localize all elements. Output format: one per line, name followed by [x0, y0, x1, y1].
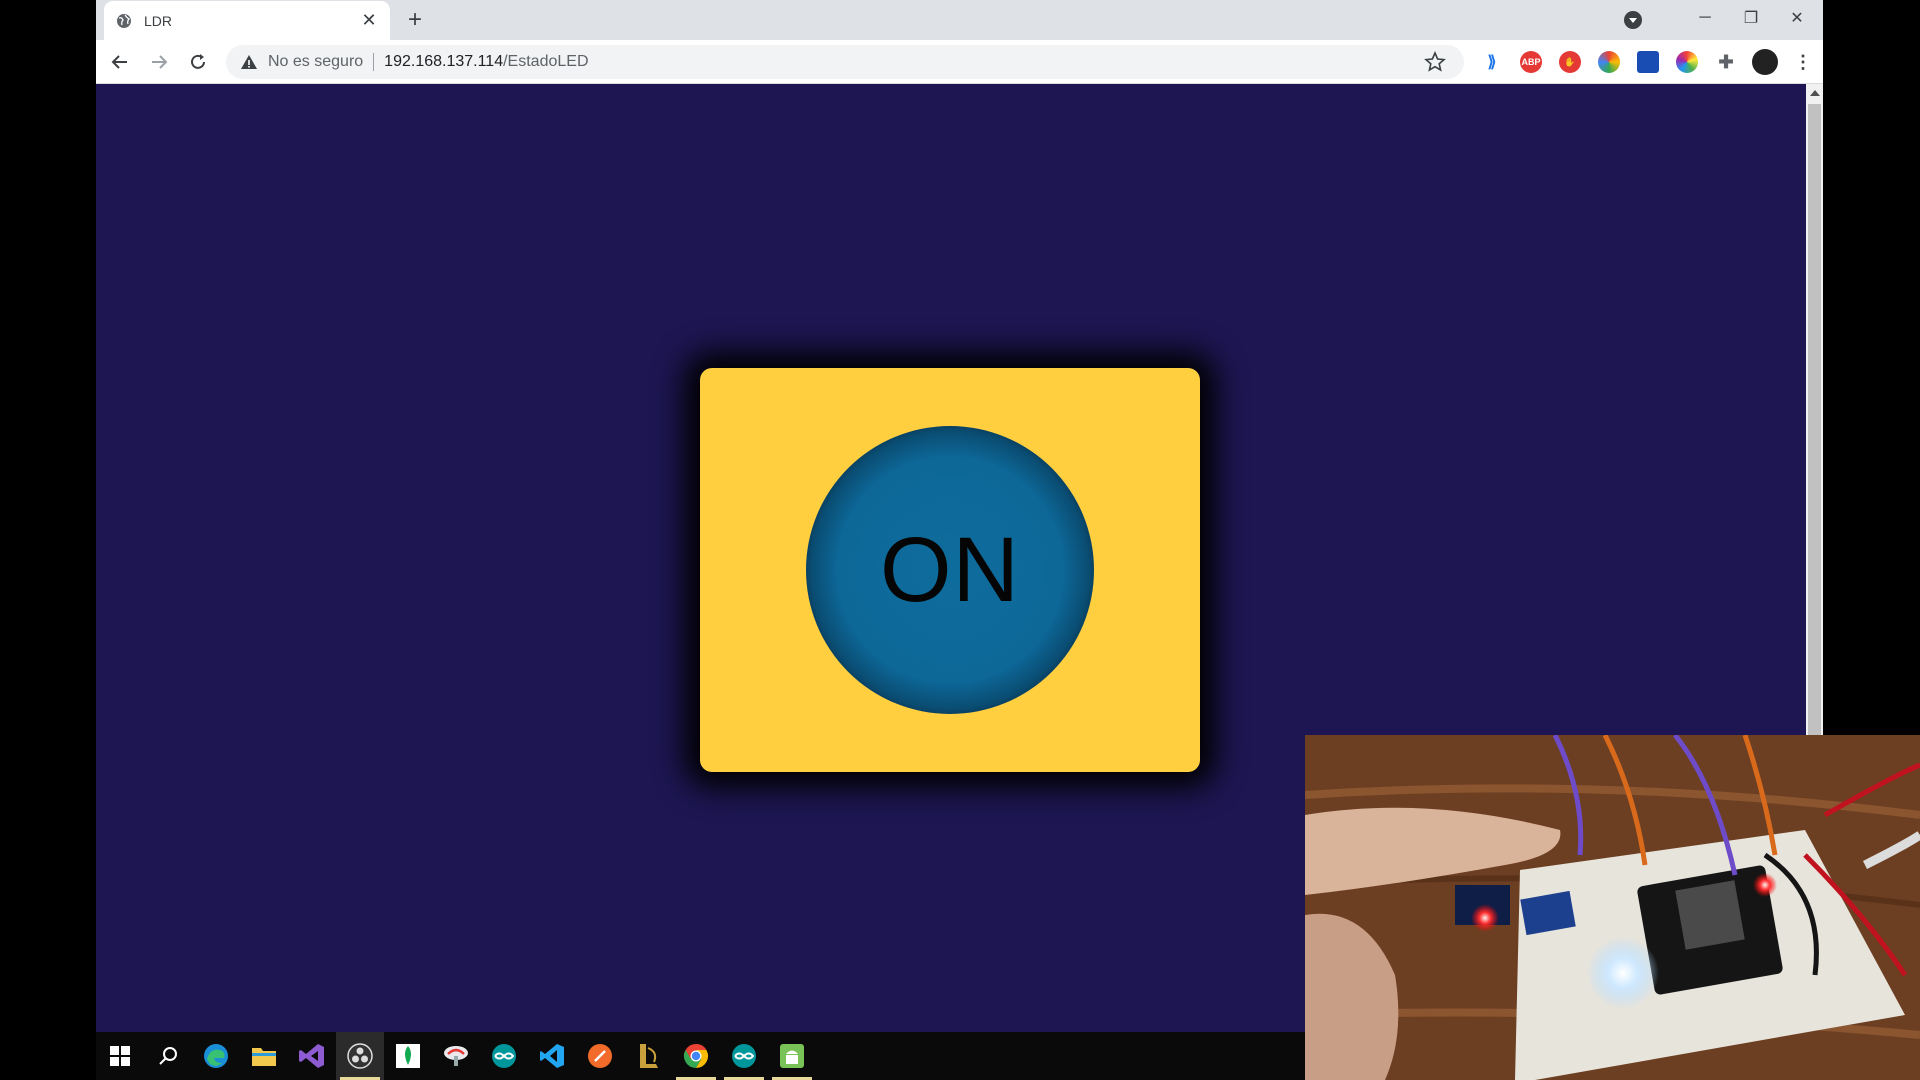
obs-icon[interactable] [336, 1032, 384, 1080]
league-icon[interactable] [624, 1032, 672, 1080]
forward-button[interactable] [144, 47, 174, 77]
divider [373, 53, 375, 71]
left-black-bar [0, 0, 96, 1080]
search-icon[interactable] [144, 1032, 192, 1080]
url-path: /EstadoLED [503, 53, 589, 70]
back-arrow-icon [111, 55, 127, 69]
extensions-puzzle-icon[interactable]: ✚ [1715, 51, 1737, 73]
vscode-icon[interactable] [528, 1032, 576, 1080]
edge-icon[interactable] [192, 1032, 240, 1080]
minimize-button[interactable]: ─ [1682, 4, 1728, 32]
windows-start-icon[interactable] [96, 1032, 144, 1080]
android-icon[interactable] [768, 1032, 816, 1080]
led-toggle-button[interactable]: ON [806, 426, 1094, 714]
led-button-label: ON [880, 518, 1020, 621]
avatar[interactable] [1752, 49, 1778, 75]
arduino-icon-2[interactable] [720, 1032, 768, 1080]
chrome-icon[interactable] [672, 1032, 720, 1080]
reload-icon [191, 54, 205, 69]
close-window-button[interactable]: ✕ [1774, 4, 1820, 32]
reload-button[interactable] [183, 47, 213, 77]
led-card: ON [700, 368, 1200, 772]
app-orange-icon[interactable] [576, 1032, 624, 1080]
scroll-thumb[interactable] [1808, 104, 1821, 804]
forward-arrow-icon [152, 55, 168, 69]
url-host: 192.168.137.114 [384, 53, 504, 70]
arduino-icon[interactable] [480, 1032, 528, 1080]
taskbar [96, 1032, 1305, 1080]
back-button[interactable] [105, 47, 135, 77]
warning-icon [240, 53, 258, 71]
extension-icon-3[interactable]: ✋ [1559, 51, 1581, 73]
menu-kebab-icon[interactable]: ⋮ [1792, 51, 1814, 73]
security-label[interactable]: No es seguro [268, 53, 363, 71]
close-tab-icon[interactable]: ✕ [358, 10, 380, 32]
mongodb-icon[interactable] [384, 1032, 432, 1080]
browser-toolbar: No es seguro 192.168.137.114 /EstadoLED … [96, 40, 1823, 84]
tab-ldr[interactable]: LDR ✕ [104, 1, 390, 40]
color-picker-icon[interactable] [1676, 51, 1698, 73]
app-icon[interactable] [432, 1032, 480, 1080]
bookmark-star-icon[interactable] [1424, 50, 1446, 73]
scroll-up-icon[interactable] [1810, 90, 1820, 96]
restore-button[interactable]: ❐ [1728, 4, 1774, 32]
extension-icon-5[interactable] [1637, 51, 1659, 73]
tab-strip: LDR ✕ + ─ ❐ ✕ [96, 0, 1823, 40]
tab-search-icon[interactable] [1622, 9, 1644, 31]
address-bar[interactable]: No es seguro 192.168.137.114 /EstadoLED [226, 45, 1464, 79]
globe-icon [116, 13, 132, 29]
file-explorer-icon[interactable] [240, 1032, 288, 1080]
right-black-bar [1823, 0, 1920, 735]
breadboard-photo [1305, 735, 1920, 1080]
new-tab-button[interactable]: + [401, 6, 429, 34]
extension-icon-4[interactable] [1598, 51, 1620, 73]
webcam-overlay [1305, 735, 1920, 1080]
extension-icon-1[interactable]: ⟫ [1481, 51, 1503, 73]
adblock-icon[interactable]: ABP [1520, 51, 1542, 73]
tab-title: LDR [144, 12, 173, 29]
visual-studio-icon[interactable] [288, 1032, 336, 1080]
